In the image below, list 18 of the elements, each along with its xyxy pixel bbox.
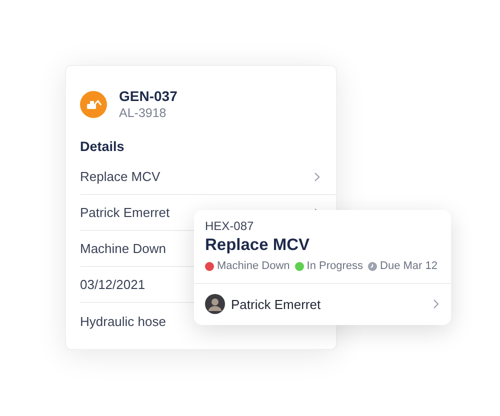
detail-text: Hydraulic hose [80, 312, 166, 331]
detail-text: Patrick Emerret [80, 204, 170, 222]
status-label: Machine Down [217, 259, 290, 274]
work-order-code: HEX-087 [205, 218, 255, 234]
assignee-row[interactable]: Patrick Emerret [194, 284, 451, 325]
detail-text: Replace MCV [80, 168, 160, 186]
detail-text: 03/12/2021 [80, 276, 146, 294]
details-heading: Details [79, 138, 126, 156]
work-order-title: Replace MCV [205, 235, 311, 256]
asset-code: GEN-037 [119, 88, 178, 105]
status-label: Due Mar 12 [380, 259, 438, 274]
avatar-icon [205, 294, 225, 314]
chevron-icon [433, 299, 439, 310]
asset-subcode: AL-3918 [119, 105, 168, 121]
status-label: In Progress [306, 259, 364, 274]
detail-text: Machine Down [80, 240, 166, 258]
assignee-name: Patrick Emerret [231, 296, 321, 314]
excavator-icon [80, 91, 107, 118]
